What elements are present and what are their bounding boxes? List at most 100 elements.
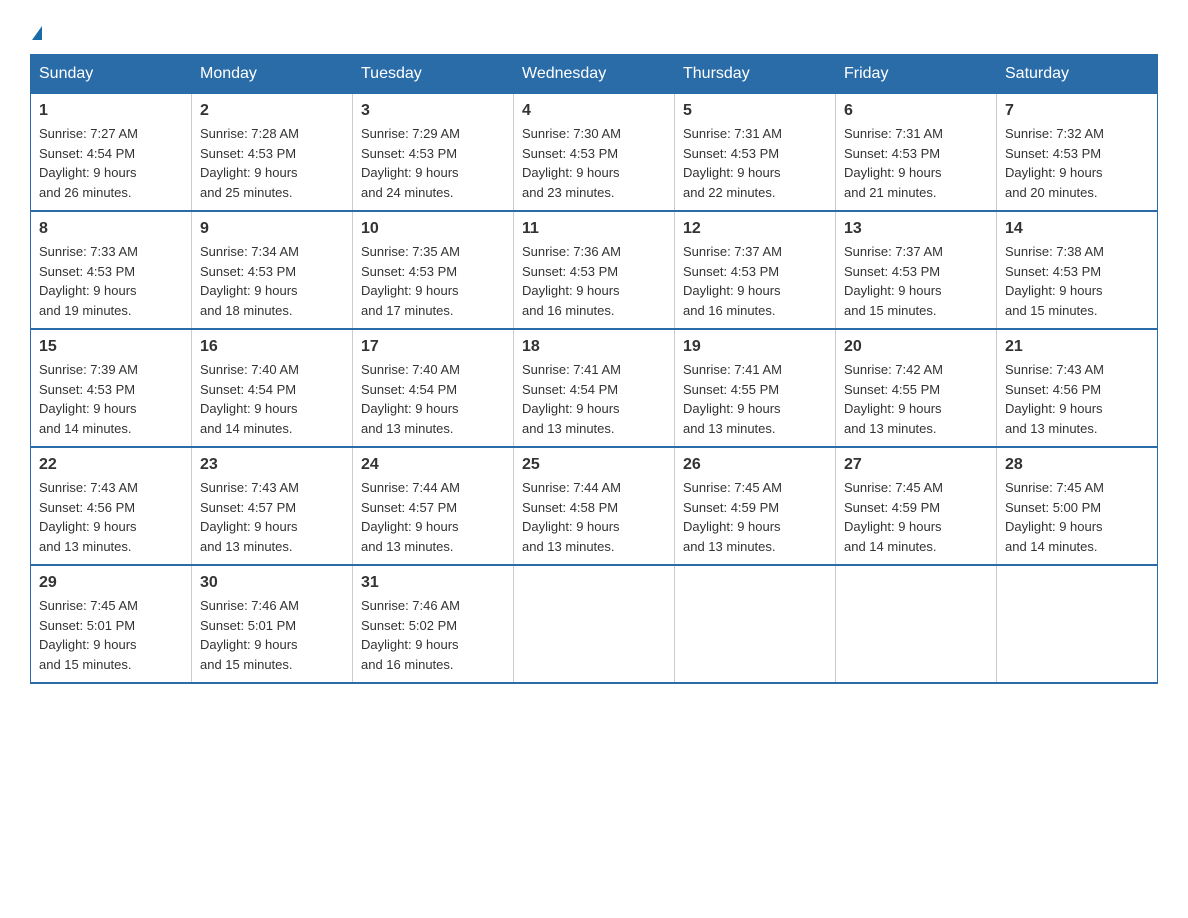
calendar-day-cell: 11 Sunrise: 7:36 AM Sunset: 4:53 PM Dayl… — [514, 211, 675, 329]
calendar-week-row: 15 Sunrise: 7:39 AM Sunset: 4:53 PM Dayl… — [31, 329, 1158, 447]
day-number: 19 — [683, 338, 827, 356]
day-number: 12 — [683, 220, 827, 238]
day-number: 23 — [200, 456, 344, 474]
day-number: 27 — [844, 456, 988, 474]
calendar-day-cell: 15 Sunrise: 7:39 AM Sunset: 4:53 PM Dayl… — [31, 329, 192, 447]
day-info: Sunrise: 7:40 AM Sunset: 4:54 PM Dayligh… — [361, 360, 505, 438]
day-number: 21 — [1005, 338, 1149, 356]
day-info: Sunrise: 7:39 AM Sunset: 4:53 PM Dayligh… — [39, 360, 183, 438]
calendar-day-cell: 27 Sunrise: 7:45 AM Sunset: 4:59 PM Dayl… — [836, 447, 997, 565]
day-number: 14 — [1005, 220, 1149, 238]
day-info: Sunrise: 7:45 AM Sunset: 5:00 PM Dayligh… — [1005, 478, 1149, 556]
day-info: Sunrise: 7:27 AM Sunset: 4:54 PM Dayligh… — [39, 124, 183, 202]
day-info: Sunrise: 7:37 AM Sunset: 4:53 PM Dayligh… — [844, 242, 988, 320]
logo-triangle-icon — [32, 26, 42, 40]
day-info: Sunrise: 7:32 AM Sunset: 4:53 PM Dayligh… — [1005, 124, 1149, 202]
calendar-day-cell: 16 Sunrise: 7:40 AM Sunset: 4:54 PM Dayl… — [192, 329, 353, 447]
day-info: Sunrise: 7:46 AM Sunset: 5:01 PM Dayligh… — [200, 596, 344, 674]
calendar-day-cell: 4 Sunrise: 7:30 AM Sunset: 4:53 PM Dayli… — [514, 94, 675, 212]
day-info: Sunrise: 7:43 AM Sunset: 4:56 PM Dayligh… — [1005, 360, 1149, 438]
day-number: 15 — [39, 338, 183, 356]
day-number: 4 — [522, 102, 666, 120]
day-info: Sunrise: 7:31 AM Sunset: 4:53 PM Dayligh… — [683, 124, 827, 202]
day-info: Sunrise: 7:30 AM Sunset: 4:53 PM Dayligh… — [522, 124, 666, 202]
calendar-day-cell: 9 Sunrise: 7:34 AM Sunset: 4:53 PM Dayli… — [192, 211, 353, 329]
day-info: Sunrise: 7:31 AM Sunset: 4:53 PM Dayligh… — [844, 124, 988, 202]
calendar-day-cell: 20 Sunrise: 7:42 AM Sunset: 4:55 PM Dayl… — [836, 329, 997, 447]
calendar-day-cell: 30 Sunrise: 7:46 AM Sunset: 5:01 PM Dayl… — [192, 565, 353, 683]
day-number: 1 — [39, 102, 183, 120]
calendar-week-row: 1 Sunrise: 7:27 AM Sunset: 4:54 PM Dayli… — [31, 94, 1158, 212]
calendar-header-wednesday: Wednesday — [514, 55, 675, 94]
day-number: 13 — [844, 220, 988, 238]
calendar-day-cell: 14 Sunrise: 7:38 AM Sunset: 4:53 PM Dayl… — [997, 211, 1158, 329]
calendar-day-cell: 18 Sunrise: 7:41 AM Sunset: 4:54 PM Dayl… — [514, 329, 675, 447]
calendar-week-row: 8 Sunrise: 7:33 AM Sunset: 4:53 PM Dayli… — [31, 211, 1158, 329]
day-number: 5 — [683, 102, 827, 120]
calendar-day-cell — [675, 565, 836, 683]
calendar-day-cell: 22 Sunrise: 7:43 AM Sunset: 4:56 PM Dayl… — [31, 447, 192, 565]
calendar-day-cell: 13 Sunrise: 7:37 AM Sunset: 4:53 PM Dayl… — [836, 211, 997, 329]
day-number: 26 — [683, 456, 827, 474]
page-header — [30, 20, 1158, 44]
calendar-header-sunday: Sunday — [31, 55, 192, 94]
day-number: 7 — [1005, 102, 1149, 120]
calendar-day-cell: 19 Sunrise: 7:41 AM Sunset: 4:55 PM Dayl… — [675, 329, 836, 447]
day-number: 20 — [844, 338, 988, 356]
calendar-table: SundayMondayTuesdayWednesdayThursdayFrid… — [30, 54, 1158, 684]
calendar-day-cell: 17 Sunrise: 7:40 AM Sunset: 4:54 PM Dayl… — [353, 329, 514, 447]
calendar-day-cell: 5 Sunrise: 7:31 AM Sunset: 4:53 PM Dayli… — [675, 94, 836, 212]
calendar-day-cell: 29 Sunrise: 7:45 AM Sunset: 5:01 PM Dayl… — [31, 565, 192, 683]
day-info: Sunrise: 7:28 AM Sunset: 4:53 PM Dayligh… — [200, 124, 344, 202]
day-number: 31 — [361, 574, 505, 592]
calendar-header-friday: Friday — [836, 55, 997, 94]
day-number: 17 — [361, 338, 505, 356]
calendar-day-cell: 23 Sunrise: 7:43 AM Sunset: 4:57 PM Dayl… — [192, 447, 353, 565]
calendar-header-thursday: Thursday — [675, 55, 836, 94]
day-info: Sunrise: 7:37 AM Sunset: 4:53 PM Dayligh… — [683, 242, 827, 320]
calendar-day-cell: 24 Sunrise: 7:44 AM Sunset: 4:57 PM Dayl… — [353, 447, 514, 565]
day-number: 10 — [361, 220, 505, 238]
calendar-day-cell: 10 Sunrise: 7:35 AM Sunset: 4:53 PM Dayl… — [353, 211, 514, 329]
calendar-day-cell — [514, 565, 675, 683]
day-info: Sunrise: 7:29 AM Sunset: 4:53 PM Dayligh… — [361, 124, 505, 202]
calendar-header-saturday: Saturday — [997, 55, 1158, 94]
calendar-day-cell: 26 Sunrise: 7:45 AM Sunset: 4:59 PM Dayl… — [675, 447, 836, 565]
day-number: 22 — [39, 456, 183, 474]
day-info: Sunrise: 7:34 AM Sunset: 4:53 PM Dayligh… — [200, 242, 344, 320]
calendar-day-cell — [836, 565, 997, 683]
day-number: 16 — [200, 338, 344, 356]
day-info: Sunrise: 7:46 AM Sunset: 5:02 PM Dayligh… — [361, 596, 505, 674]
day-number: 24 — [361, 456, 505, 474]
day-number: 30 — [200, 574, 344, 592]
calendar-week-row: 22 Sunrise: 7:43 AM Sunset: 4:56 PM Dayl… — [31, 447, 1158, 565]
day-info: Sunrise: 7:44 AM Sunset: 4:57 PM Dayligh… — [361, 478, 505, 556]
calendar-day-cell: 3 Sunrise: 7:29 AM Sunset: 4:53 PM Dayli… — [353, 94, 514, 212]
calendar-day-cell: 21 Sunrise: 7:43 AM Sunset: 4:56 PM Dayl… — [997, 329, 1158, 447]
calendar-day-cell: 25 Sunrise: 7:44 AM Sunset: 4:58 PM Dayl… — [514, 447, 675, 565]
day-number: 8 — [39, 220, 183, 238]
day-info: Sunrise: 7:40 AM Sunset: 4:54 PM Dayligh… — [200, 360, 344, 438]
day-info: Sunrise: 7:35 AM Sunset: 4:53 PM Dayligh… — [361, 242, 505, 320]
calendar-header-monday: Monday — [192, 55, 353, 94]
day-number: 18 — [522, 338, 666, 356]
day-info: Sunrise: 7:43 AM Sunset: 4:56 PM Dayligh… — [39, 478, 183, 556]
day-info: Sunrise: 7:41 AM Sunset: 4:55 PM Dayligh… — [683, 360, 827, 438]
calendar-header-row: SundayMondayTuesdayWednesdayThursdayFrid… — [31, 55, 1158, 94]
day-info: Sunrise: 7:43 AM Sunset: 4:57 PM Dayligh… — [200, 478, 344, 556]
calendar-header-tuesday: Tuesday — [353, 55, 514, 94]
day-number: 6 — [844, 102, 988, 120]
day-number: 2 — [200, 102, 344, 120]
day-info: Sunrise: 7:44 AM Sunset: 4:58 PM Dayligh… — [522, 478, 666, 556]
day-number: 28 — [1005, 456, 1149, 474]
day-info: Sunrise: 7:45 AM Sunset: 4:59 PM Dayligh… — [844, 478, 988, 556]
day-info: Sunrise: 7:33 AM Sunset: 4:53 PM Dayligh… — [39, 242, 183, 320]
day-info: Sunrise: 7:45 AM Sunset: 4:59 PM Dayligh… — [683, 478, 827, 556]
calendar-week-row: 29 Sunrise: 7:45 AM Sunset: 5:01 PM Dayl… — [31, 565, 1158, 683]
calendar-day-cell: 8 Sunrise: 7:33 AM Sunset: 4:53 PM Dayli… — [31, 211, 192, 329]
calendar-day-cell: 1 Sunrise: 7:27 AM Sunset: 4:54 PM Dayli… — [31, 94, 192, 212]
calendar-day-cell: 7 Sunrise: 7:32 AM Sunset: 4:53 PM Dayli… — [997, 94, 1158, 212]
day-info: Sunrise: 7:41 AM Sunset: 4:54 PM Dayligh… — [522, 360, 666, 438]
calendar-day-cell: 31 Sunrise: 7:46 AM Sunset: 5:02 PM Dayl… — [353, 565, 514, 683]
calendar-day-cell — [997, 565, 1158, 683]
